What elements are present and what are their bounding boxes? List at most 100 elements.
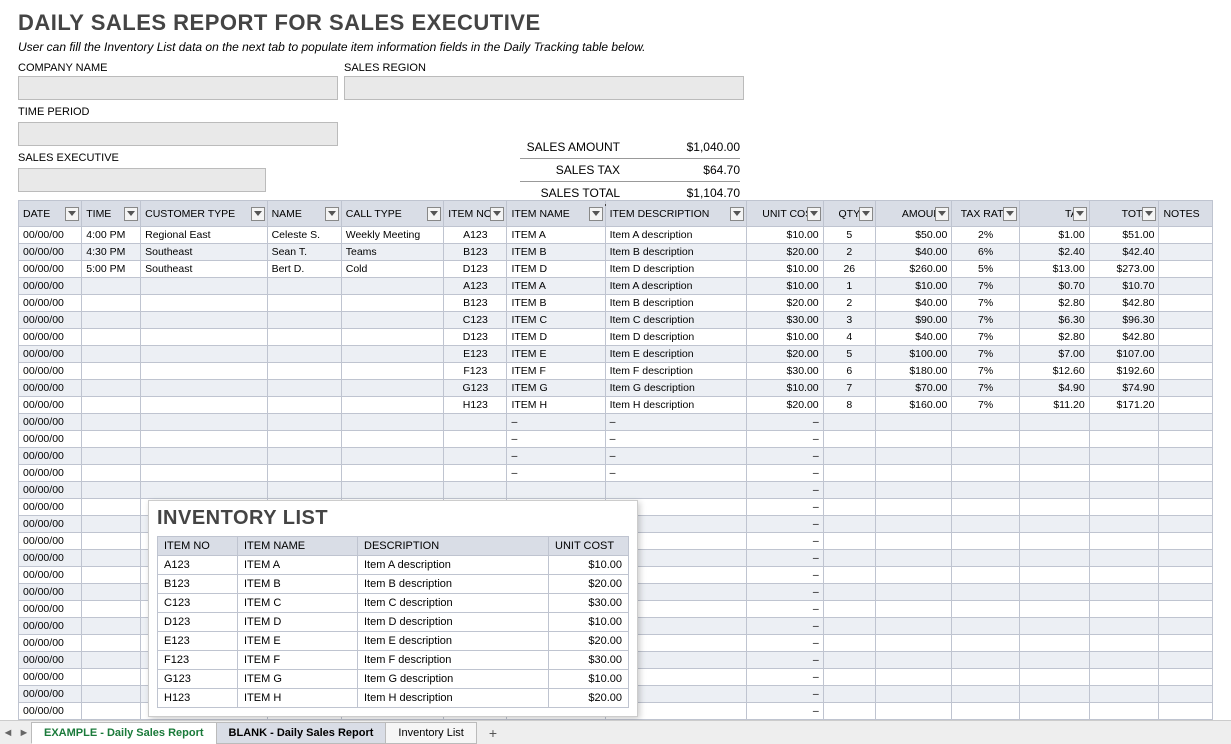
cell-unitCost[interactable]: – bbox=[747, 652, 823, 669]
cell-name[interactable] bbox=[267, 329, 341, 346]
cell-custType[interactable] bbox=[141, 431, 267, 448]
cell-tax[interactable]: $7.00 bbox=[1019, 346, 1089, 363]
inv-cell-itemNo[interactable]: F123 bbox=[158, 651, 238, 670]
inv-cell-itemName[interactable]: ITEM F bbox=[238, 651, 358, 670]
cell-qty[interactable] bbox=[823, 533, 875, 550]
cell-time[interactable] bbox=[82, 618, 141, 635]
cell-date[interactable]: 00/00/00 bbox=[19, 618, 82, 635]
cell-time[interactable] bbox=[82, 516, 141, 533]
cell-qty[interactable] bbox=[823, 550, 875, 567]
cell-qty[interactable]: 2 bbox=[823, 244, 875, 261]
inv-cell-itemNo[interactable]: E123 bbox=[158, 632, 238, 651]
cell-itemNo[interactable] bbox=[444, 465, 507, 482]
cell-callType[interactable]: Teams bbox=[341, 244, 443, 261]
cell-tax[interactable] bbox=[1019, 516, 1089, 533]
table-row[interactable]: 00/00/00––– bbox=[19, 465, 1213, 482]
cell-tax[interactable] bbox=[1019, 431, 1089, 448]
inv-cell-unitCost[interactable]: $20.00 bbox=[549, 575, 629, 594]
col-notes[interactable]: NOTES bbox=[1159, 201, 1213, 227]
cell-date[interactable]: 00/00/00 bbox=[19, 499, 82, 516]
cell-name[interactable]: Sean T. bbox=[267, 244, 341, 261]
cell-date[interactable]: 00/00/00 bbox=[19, 312, 82, 329]
cell-qty[interactable] bbox=[823, 618, 875, 635]
cell-qty[interactable]: 8 bbox=[823, 397, 875, 414]
cell-time[interactable] bbox=[82, 329, 141, 346]
cell-amount[interactable]: $260.00 bbox=[875, 261, 951, 278]
cell-total[interactable]: $42.80 bbox=[1089, 329, 1159, 346]
cell-time[interactable]: 5:00 PM bbox=[82, 261, 141, 278]
inv-cell-unitCost[interactable]: $10.00 bbox=[549, 613, 629, 632]
cell-time[interactable] bbox=[82, 397, 141, 414]
cell-taxRate[interactable]: 2% bbox=[952, 227, 1020, 244]
table-row[interactable]: 00/00/00––– bbox=[19, 414, 1213, 431]
col-itemno[interactable]: ITEM NO bbox=[444, 201, 507, 227]
cell-total[interactable] bbox=[1089, 703, 1159, 720]
cell-tax[interactable]: $0.70 bbox=[1019, 278, 1089, 295]
cell-callType[interactable] bbox=[341, 295, 443, 312]
cell-notes[interactable] bbox=[1159, 533, 1213, 550]
cell-total[interactable] bbox=[1089, 414, 1159, 431]
cell-qty[interactable] bbox=[823, 516, 875, 533]
inv-cell-itemName[interactable]: ITEM D bbox=[238, 613, 358, 632]
cell-qty[interactable] bbox=[823, 499, 875, 516]
cell-itemDesc[interactable]: – bbox=[605, 448, 747, 465]
cell-itemDesc[interactable]: – bbox=[605, 431, 747, 448]
cell-time[interactable]: 4:00 PM bbox=[82, 227, 141, 244]
inv-cell-itemNo[interactable]: H123 bbox=[158, 689, 238, 708]
table-row[interactable]: 00/00/005:00 PMSoutheastBert D.ColdD123I… bbox=[19, 261, 1213, 278]
cell-notes[interactable] bbox=[1159, 295, 1213, 312]
cell-amount[interactable] bbox=[875, 533, 951, 550]
cell-date[interactable]: 00/00/00 bbox=[19, 414, 82, 431]
table-row[interactable]: 00/00/00F123ITEM FItem F description$30.… bbox=[19, 363, 1213, 380]
cell-date[interactable]: 00/00/00 bbox=[19, 567, 82, 584]
time-period-input[interactable] bbox=[18, 122, 338, 146]
cell-itemDesc[interactable]: Item B description bbox=[605, 244, 747, 261]
cell-itemDesc[interactable] bbox=[605, 482, 747, 499]
cell-date[interactable]: 00/00/00 bbox=[19, 363, 82, 380]
cell-qty[interactable]: 7 bbox=[823, 380, 875, 397]
inv-cell-desc[interactable]: Item A description bbox=[358, 556, 549, 575]
cell-callType[interactable] bbox=[341, 431, 443, 448]
cell-amount[interactable] bbox=[875, 448, 951, 465]
table-row[interactable]: 00/00/00– bbox=[19, 482, 1213, 499]
cell-taxRate[interactable] bbox=[952, 618, 1020, 635]
col-unitcost[interactable]: UNIT COST bbox=[747, 201, 823, 227]
cell-taxRate[interactable]: 7% bbox=[952, 295, 1020, 312]
cell-qty[interactable] bbox=[823, 482, 875, 499]
inv-cell-itemName[interactable]: ITEM H bbox=[238, 689, 358, 708]
inv-cell-itemName[interactable]: ITEM G bbox=[238, 670, 358, 689]
cell-qty[interactable] bbox=[823, 448, 875, 465]
cell-total[interactable] bbox=[1089, 669, 1159, 686]
cell-total[interactable]: $42.40 bbox=[1089, 244, 1159, 261]
inventory-list-popup[interactable]: INVENTORY LIST ITEM NO ITEM NAME DESCRIP… bbox=[148, 500, 638, 717]
cell-time[interactable] bbox=[82, 584, 141, 601]
col-tax[interactable]: TAX bbox=[1019, 201, 1089, 227]
inv-cell-itemName[interactable]: ITEM E bbox=[238, 632, 358, 651]
cell-amount[interactable] bbox=[875, 465, 951, 482]
cell-taxRate[interactable] bbox=[952, 550, 1020, 567]
cell-amount[interactable]: $10.00 bbox=[875, 278, 951, 295]
cell-notes[interactable] bbox=[1159, 499, 1213, 516]
cell-unitCost[interactable]: $10.00 bbox=[747, 278, 823, 295]
filter-icon[interactable] bbox=[490, 207, 504, 221]
cell-custType[interactable] bbox=[141, 482, 267, 499]
cell-tax[interactable]: $1.00 bbox=[1019, 227, 1089, 244]
cell-itemDesc[interactable]: – bbox=[605, 465, 747, 482]
cell-notes[interactable] bbox=[1159, 635, 1213, 652]
table-row[interactable]: 00/00/00––– bbox=[19, 431, 1213, 448]
cell-date[interactable]: 00/00/00 bbox=[19, 652, 82, 669]
inv-cell-desc[interactable]: Item F description bbox=[358, 651, 549, 670]
cell-time[interactable] bbox=[82, 465, 141, 482]
cell-custType[interactable]: Southeast bbox=[141, 261, 267, 278]
cell-taxRate[interactable]: 7% bbox=[952, 346, 1020, 363]
inv-cell-itemNo[interactable]: G123 bbox=[158, 670, 238, 689]
table-row[interactable]: 00/00/00––– bbox=[19, 448, 1213, 465]
inv-cell-desc[interactable]: Item G description bbox=[358, 670, 549, 689]
cell-callType[interactable] bbox=[341, 380, 443, 397]
cell-total[interactable] bbox=[1089, 465, 1159, 482]
cell-total[interactable] bbox=[1089, 431, 1159, 448]
col-custtype[interactable]: CUSTOMER TYPE bbox=[141, 201, 267, 227]
cell-date[interactable]: 00/00/00 bbox=[19, 244, 82, 261]
cell-callType[interactable]: Cold bbox=[341, 261, 443, 278]
inv-cell-unitCost[interactable]: $10.00 bbox=[549, 670, 629, 689]
